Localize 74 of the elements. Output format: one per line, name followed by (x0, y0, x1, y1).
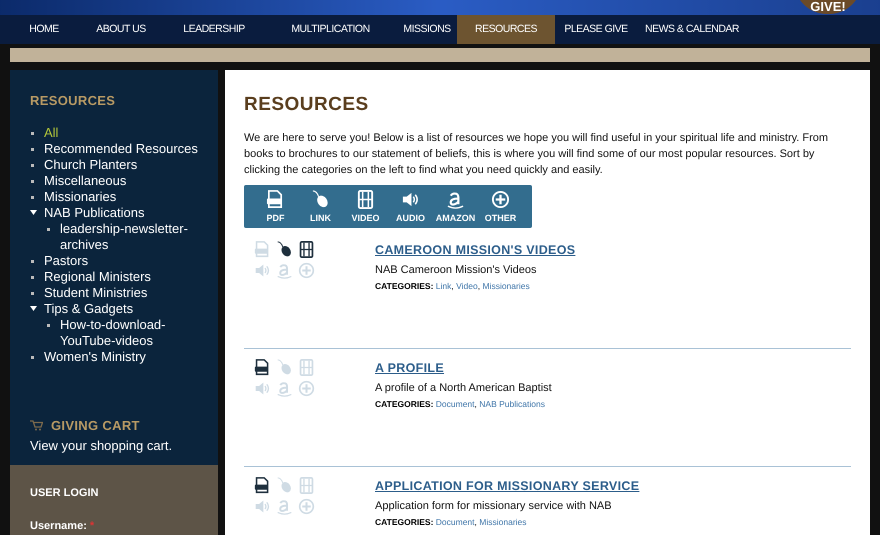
separator: , (474, 517, 477, 528)
pdf-icon (266, 190, 285, 208)
nav-tab[interactable]: RESOURCES (457, 15, 555, 44)
filter-button[interactable]: AUDIO (388, 190, 433, 225)
categories-label: CATEGORIES: (375, 281, 434, 292)
filter-button[interactable]: LINK (298, 190, 343, 225)
nav-tab[interactable]: MISSIONS (397, 15, 457, 44)
resource-description: A profile of a North American Baptist (375, 380, 552, 396)
bullet-icon (31, 356, 34, 358)
expanded-arrow-icon[interactable] (30, 306, 37, 310)
amazon-icon (446, 190, 465, 208)
category-link[interactable]: Document (436, 517, 475, 528)
nav-tab[interactable]: PLEASE GIVE (555, 15, 637, 44)
category-link[interactable]: NAB Publications (44, 204, 144, 220)
cart-link[interactable]: View your shopping cart. (30, 436, 218, 456)
giving-cart-heading: GIVING CART (51, 416, 140, 434)
filter-button[interactable]: VIDEO (343, 190, 388, 225)
page-heading: RESOURCES (244, 93, 370, 117)
category-link[interactable]: leadership-newsletter-archives (60, 220, 190, 252)
nav-tab[interactable]: LEADERSHIP (164, 15, 264, 44)
category-link[interactable]: Video (456, 281, 478, 292)
separator: , (451, 281, 454, 292)
separator: , (474, 399, 477, 410)
category-link[interactable]: Tips & Gadgets (44, 300, 134, 316)
category-link[interactable]: NAB Publications (479, 399, 545, 410)
resource-title-link[interactable]: APPLICATION FOR MISSIONARY SERVICE (375, 477, 640, 496)
other-icon (491, 190, 510, 208)
nav-tab[interactable]: HOME (10, 15, 78, 44)
filter-button[interactable]: OTHER (478, 190, 523, 225)
category-link[interactable]: Miscellaneous (44, 172, 126, 188)
category-link[interactable]: Church Planters (44, 156, 138, 172)
categories-label: CATEGORIES: (375, 399, 434, 410)
resource-title-link[interactable]: CAMEROON MISSION'S VIDEOS (375, 241, 576, 260)
separator: , (478, 281, 480, 292)
bullet-icon (31, 180, 34, 182)
category-link[interactable]: Missionaries (479, 517, 527, 528)
bullet-icon (31, 276, 34, 278)
bullet-icon (31, 260, 34, 262)
bullet-icon (31, 292, 34, 294)
nav-tab[interactable]: ABOUT US (78, 15, 164, 44)
resource-description: NAB Cameroon Mission's Videos (375, 262, 538, 278)
bullet-icon (47, 228, 50, 230)
filter-button[interactable]: PDF (253, 190, 298, 225)
categories-label: CATEGORIES: (375, 517, 434, 528)
category-link[interactable]: Regional Ministers (44, 268, 151, 284)
expanded-arrow-icon[interactable] (30, 210, 37, 214)
category-link[interactable]: Pastors (44, 252, 88, 268)
resource-description: Application form for missionary service with NAB (375, 498, 613, 514)
category-link[interactable]: Missionaries (482, 281, 530, 292)
cart-icon (30, 420, 43, 431)
category-link[interactable]: Document (436, 399, 475, 410)
category-link[interactable]: Link (436, 281, 452, 292)
bullet-icon (47, 324, 50, 326)
sidebar-heading: RESOURCES (30, 92, 116, 110)
link-icon (311, 190, 330, 208)
category-link[interactable]: Recommended Resources (44, 140, 198, 156)
bullet-icon (31, 148, 34, 150)
resource-title-link[interactable]: A PROFILE (375, 359, 552, 378)
nav-tab[interactable]: MULTIPLICATION (264, 15, 397, 44)
category-link[interactable]: How-to-download-YouTube-videos (60, 316, 190, 348)
category-link[interactable]: All (44, 124, 58, 140)
category-link[interactable]: Women's Ministry (44, 348, 146, 364)
bullet-icon (31, 164, 34, 166)
required-mark: * (90, 520, 94, 532)
intro-paragraph: We are here to serve you! Below is a list of resources we hope you will find useful in your spiritual life and ministry. From books to brochures to our statement of beliefs, this is where you will find some of our most popular resources. Sort by clicking the categories on the left to find what you need quickly and easily. (244, 130, 830, 178)
username-label: Username: (30, 520, 87, 532)
category-link[interactable]: Missionaries (44, 188, 116, 204)
login-heading: USER LOGIN (30, 486, 100, 501)
bullet-icon (31, 132, 34, 134)
filter-button[interactable]: AMAZON (433, 190, 478, 225)
bullet-icon (31, 196, 34, 198)
category-link[interactable]: Student Ministries (44, 284, 148, 300)
nav-tab[interactable]: NEWS & CALENDAR (637, 15, 747, 44)
video-icon (356, 190, 375, 208)
